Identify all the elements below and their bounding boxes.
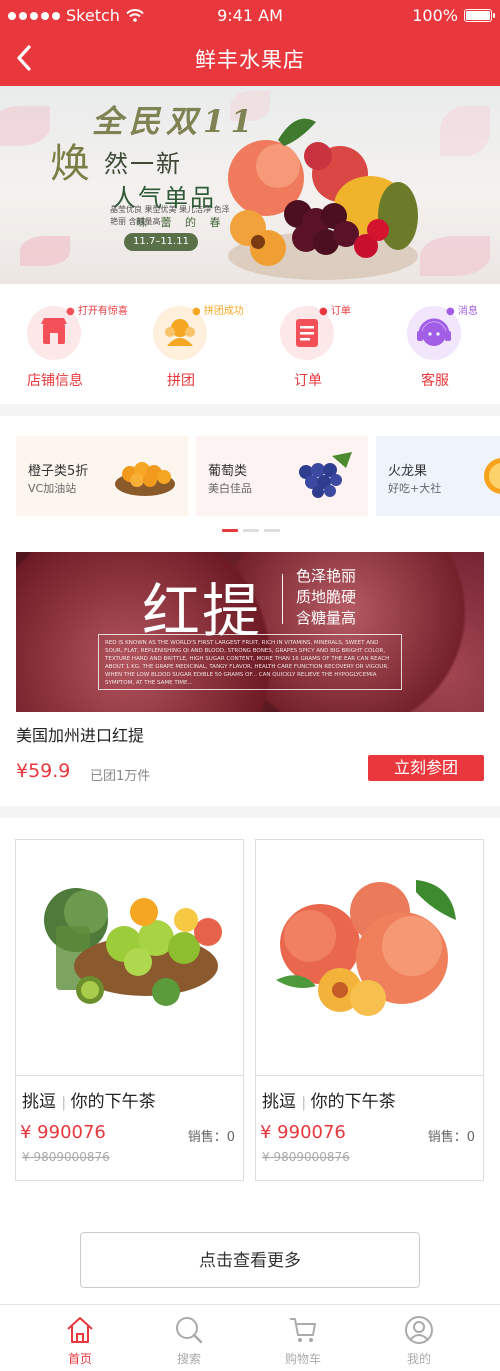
product-sales: 销售：0 [187, 1130, 235, 1145]
tab-cart[interactable]: 购物车 [253, 1305, 353, 1371]
featured-price: ¥59.9 [16, 760, 71, 782]
tab-label: 首页 [67, 1352, 92, 1366]
category-customer-service[interactable]: ● 消息 客服 [380, 304, 490, 394]
promo-name: 火龙果 [388, 464, 428, 479]
product-image[interactable] [16, 840, 243, 1076]
back-button[interactable] [8, 40, 44, 76]
nav-bar: 鲜丰水果店 [0, 30, 500, 86]
hero-big-char: 焕 [50, 141, 90, 187]
promo-sub: VC加油站 [28, 482, 77, 495]
tab-profile[interactable]: 我的 [369, 1305, 469, 1371]
category-badge: 消息 [457, 306, 478, 317]
title-divider: | [301, 1095, 311, 1111]
profile-icon [405, 1316, 433, 1344]
promo-carousel[interactable]: 橙子类5折 VC加油站 葡萄类 美白佳品 火龙果 好吃+大社 [16, 436, 500, 516]
featured-banner[interactable]: 红提 色泽艳丽 质地脆硬 含糖量高 RED IS KNOWN AS THE WO… [16, 552, 484, 712]
group-badge-icon: ● [192, 306, 201, 317]
banner-divider [282, 574, 283, 624]
grapes-illustration [299, 452, 352, 498]
featured-banner-tag: 含糖量高 [296, 609, 357, 627]
bell-icon: ● [446, 306, 455, 317]
hero-line1: 然一新 [104, 150, 182, 178]
product-title: 你的下午茶 [310, 1092, 396, 1112]
promo-card[interactable]: 橙子类5折 VC加油站 [16, 436, 188, 516]
flame-icon: ● [66, 306, 75, 317]
status-bar: Sketch 9:41 AM 100% [0, 0, 500, 30]
promo-sub: 美白佳品 [208, 482, 252, 495]
petal-decoration [20, 236, 70, 266]
category-group-buy[interactable]: ● 拼团成功 拼团 [126, 304, 244, 394]
orange-slice-illustration [484, 458, 500, 494]
product-title: 你的下午茶 [70, 1092, 156, 1112]
hero-banner[interactable]: 全民双11 焕 然一新 人气单品 味 蕾 的 春 天 晶莹优良 果型优美 果儿洁… [0, 86, 500, 284]
pager-dot[interactable] [222, 529, 238, 532]
cart-icon [290, 1318, 316, 1342]
promo-name: 橙子类5折 [28, 464, 89, 479]
pager-dot[interactable] [243, 529, 259, 532]
category-badge: 打开有惊喜 [77, 306, 128, 317]
product-card[interactable]: 挑逗 | 你的下午茶 ¥ 990076 销售：0 ¥ 9809000876 [15, 839, 244, 1181]
chevron-left-icon [17, 45, 31, 71]
product-brand: 挑逗 [262, 1092, 296, 1112]
featured-banner-tag: 色泽艳丽 [296, 567, 357, 585]
featured-sold-count: 已团1万件 [90, 769, 151, 784]
category-store-info[interactable]: ● 打开有惊喜 店铺信息 [0, 304, 128, 394]
featured-product-name[interactable]: 美国加州进口红提 [16, 722, 144, 746]
battery-percent: 100% [412, 6, 458, 25]
category-row: ● 打开有惊喜 店铺信息 ● 拼团成功 拼团 ● 订单 订单 ● 消息 客服 [0, 284, 500, 402]
section-divider [0, 806, 500, 818]
battery-icon [464, 9, 495, 22]
salad-fruit-bowl-illustration [44, 888, 222, 1006]
tab-bar: 首页 搜索 购物车 我的 [0, 1304, 500, 1371]
join-group-button[interactable]: 立刻参团 [368, 755, 484, 781]
home-icon [67, 1317, 93, 1343]
product-price: ¥ 990076 [260, 1122, 346, 1143]
hero-date-badge: 11.7–11.11 [124, 233, 198, 251]
category-label: 拼团 [167, 373, 195, 389]
tab-label: 购物车 [284, 1352, 321, 1366]
category-badge: 拼团成功 [203, 306, 244, 317]
category-orders[interactable]: ● 订单 订单 [253, 304, 363, 394]
fruit-basket-illustration [228, 118, 418, 280]
product-price: ¥ 990076 [20, 1122, 106, 1143]
promo-sub: 好吃+大社 [388, 482, 442, 495]
product-card[interactable]: 挑逗 | 你的下午茶 ¥ 990076 销售：0 ¥ 9809000876 [255, 839, 484, 1181]
product-original-price: ¥ 9809000876 [22, 1150, 110, 1164]
product-sales: 销售：0 [427, 1130, 475, 1145]
product-image[interactable] [256, 840, 483, 1076]
featured-fine-print: RED IS KNOWN AS THE WORLD'S FIRST LARGES… [98, 634, 402, 690]
tab-label: 搜索 [176, 1352, 201, 1366]
featured-banner-tag: 质地脆硬 [296, 588, 357, 606]
app-header: Sketch 9:41 AM 100% 鲜丰水果店 [0, 0, 500, 86]
tab-home[interactable]: 首页 [30, 1305, 130, 1371]
title-divider: | [61, 1095, 71, 1111]
pager-dot[interactable] [264, 529, 280, 532]
peaches-illustration [276, 880, 456, 1016]
category-label: 订单 [294, 373, 322, 389]
message-dots-icon: ● [319, 306, 328, 317]
section-divider [0, 404, 500, 416]
promo-name: 葡萄类 [208, 464, 248, 479]
promo-card[interactable]: 葡萄类 美白佳品 [196, 436, 368, 516]
page-title: 鲜丰水果店 [195, 48, 305, 72]
category-label: 客服 [421, 373, 449, 389]
carousel-pager [222, 529, 280, 532]
product-original-price: ¥ 9809000876 [262, 1150, 350, 1164]
promo-card[interactable]: 火龙果 好吃+大社 [376, 436, 500, 516]
petal-decoration [420, 236, 490, 276]
tab-search[interactable]: 搜索 [139, 1305, 239, 1371]
petal-decoration [440, 106, 490, 156]
hero-tags: 晶莹优良 果型优美 果儿洁净 色泽艳丽 含糖量高 [110, 205, 230, 226]
petal-decoration [0, 106, 50, 146]
category-label: 店铺信息 [27, 373, 83, 389]
orange-basket-illustration [115, 462, 175, 496]
search-icon [176, 1317, 203, 1344]
load-more-button[interactable]: 点击查看更多 [80, 1232, 420, 1288]
product-brand: 挑逗 [22, 1092, 56, 1112]
tab-label: 我的 [406, 1352, 431, 1366]
category-badge: 订单 [330, 306, 351, 317]
